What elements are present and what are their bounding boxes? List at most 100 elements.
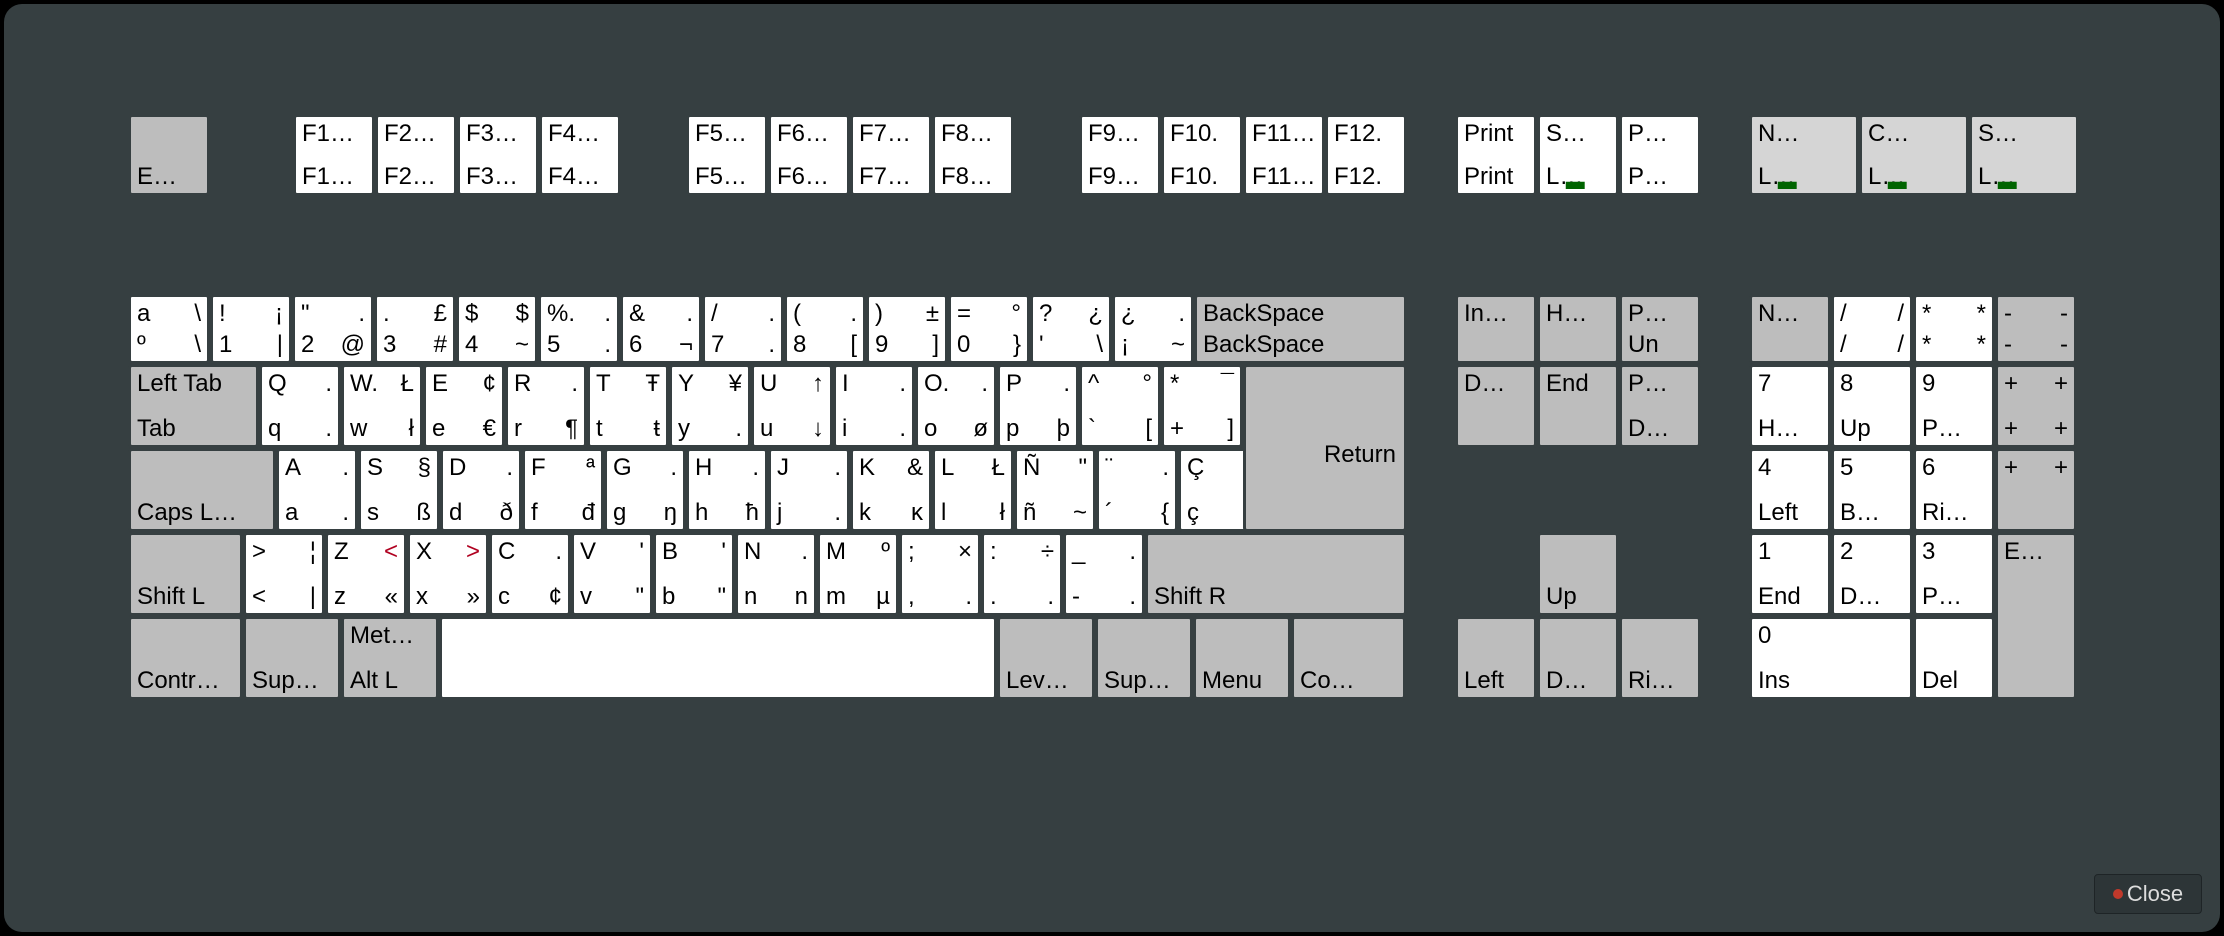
key-k-r[interactable]: R.r¶ [505, 364, 587, 448]
key-k-period[interactable]: :÷.. [981, 532, 1063, 616]
key-caplk[interactable]: C…L…▂ [1859, 114, 1969, 196]
key-k-v[interactable]: V'v" [571, 532, 653, 616]
key-kpdot[interactable]: Del [1913, 616, 1995, 700]
key-k-quote[interactable]: ¨.´{ [1096, 448, 1178, 532]
key-return[interactable]: Return [1243, 364, 1407, 532]
key-scrl[interactable]: S…L…▂ [1537, 114, 1619, 196]
key-k-4[interactable]: $$4~ [456, 294, 538, 364]
key-f8[interactable]: F8…F8… [932, 114, 1014, 196]
key-k-i[interactable]: I.i. [833, 364, 915, 448]
key-f12[interactable]: F12.F12. [1325, 114, 1407, 196]
key-up[interactable]: Up [1537, 532, 1619, 616]
key-right[interactable]: Ri… [1619, 616, 1701, 700]
key-k-0[interactable]: =°0} [948, 294, 1030, 364]
key-k-grave[interactable]: a\º\ [128, 294, 210, 364]
key-k-eql[interactable]: ¿.¡~ [1112, 294, 1194, 364]
key-kp5[interactable]: 5B… [1831, 448, 1913, 532]
key-k-u[interactable]: U↑u↓ [751, 364, 833, 448]
key-k-h[interactable]: H.hħ [686, 448, 768, 532]
key-kp-mul[interactable]: **** [1913, 294, 1995, 364]
key-f9[interactable]: F9…F9… [1079, 114, 1161, 196]
key-k-w[interactable]: W.Łwł [341, 364, 423, 448]
key-k-3[interactable]: .£3# [374, 294, 456, 364]
key-end[interactable]: End [1537, 364, 1619, 448]
key-bksp[interactable]: BackSpaceBackSpace [1194, 294, 1407, 364]
key-left[interactable]: Left [1455, 616, 1537, 700]
key-k-g[interactable]: G.gŋ [604, 448, 686, 532]
key-kp7[interactable]: 7H… [1749, 364, 1831, 448]
key-k-n[interactable]: N.nn [735, 532, 817, 616]
key-lvl3[interactable]: Lev… [997, 616, 1095, 700]
close-button[interactable]: Close [2094, 874, 2202, 914]
key-esc[interactable]: E… [128, 114, 210, 196]
key-k-k[interactable]: K&kĸ [850, 448, 932, 532]
key-kp3[interactable]: 3P… [1913, 532, 1995, 616]
key-down[interactable]: D… [1537, 616, 1619, 700]
key-k-o[interactable]: O..oø [915, 364, 997, 448]
key-k-z[interactable]: Z<z« [325, 532, 407, 616]
key-k-x[interactable]: X>x» [407, 532, 489, 616]
key-f3[interactable]: F3…F3… [457, 114, 539, 196]
key-tab[interactable]: Left TabTab [128, 364, 259, 448]
key-kp1[interactable]: 1End [1749, 532, 1831, 616]
key-lalt[interactable]: Met…Alt L [341, 616, 439, 700]
key-scrlk[interactable]: S…L…▂ [1969, 114, 2079, 196]
key-pgdn[interactable]: P…D… [1619, 364, 1701, 448]
key-kp0[interactable]: 0Ins [1749, 616, 1913, 700]
key-k-5[interactable]: %..5. [538, 294, 620, 364]
key-f2[interactable]: F2…F2… [375, 114, 457, 196]
key-f5[interactable]: F5…F5… [686, 114, 768, 196]
key-f4[interactable]: F4…F4… [539, 114, 621, 196]
key-home[interactable]: H… [1537, 294, 1619, 364]
key-k-t[interactable]: TŦtŧ [587, 364, 669, 448]
key-k-semi[interactable]: Ñ"ñ~ [1014, 448, 1096, 532]
key-k-q[interactable]: Q.q. [259, 364, 341, 448]
key-rctrl[interactable]: Co… [1291, 616, 1406, 700]
key-f7[interactable]: F7…F7… [850, 114, 932, 196]
key-k-brl[interactable]: ^°`[ [1079, 364, 1161, 448]
key-k-m[interactable]: Mºmµ [817, 532, 899, 616]
key-f6[interactable]: F6…F6… [768, 114, 850, 196]
key-lshift[interactable]: Shift L [128, 532, 243, 616]
key-kp-sub[interactable]: ---- [1995, 294, 2077, 364]
key-k-e[interactable]: E¢e€ [423, 364, 505, 448]
key-k-7[interactable]: /.7. [702, 294, 784, 364]
key-k-j[interactable]: J.j. [768, 448, 850, 532]
key-k-minus[interactable]: ?¿'\ [1030, 294, 1112, 364]
key-k-ltgt[interactable]: >¦<| [243, 532, 325, 616]
key-f11[interactable]: F11…F11… [1243, 114, 1325, 196]
key-kp4[interactable]: 4Left [1749, 448, 1831, 532]
key-k-comma[interactable]: ;×,. [899, 532, 981, 616]
key-f1[interactable]: F1…F1… [293, 114, 375, 196]
key-kp6[interactable]: 6Ri… [1913, 448, 1995, 532]
key-rsup[interactable]: Sup… [1095, 616, 1193, 700]
key-k-9[interactable]: )±9] [866, 294, 948, 364]
key-numlk[interactable]: N…L…▂ [1749, 114, 1859, 196]
key-k-8[interactable]: (.8[ [784, 294, 866, 364]
key-kp9[interactable]: 9P… [1913, 364, 1995, 448]
key-k-brr[interactable]: *¯+] [1161, 364, 1243, 448]
key-kp2[interactable]: 2D… [1831, 532, 1913, 616]
key-k-p[interactable]: P.pþ [997, 364, 1079, 448]
key-kp-div[interactable]: //// [1831, 294, 1913, 364]
key-print[interactable]: PrintPrint [1455, 114, 1537, 196]
key-ins[interactable]: In… [1455, 294, 1537, 364]
key-kp-add2[interactable]: ++ [1995, 448, 2077, 532]
key-kpent[interactable]: E… [1995, 532, 2077, 700]
key-pgup[interactable]: P…Un [1619, 294, 1701, 364]
key-k-s[interactable]: S§sß [358, 448, 440, 532]
key-space[interactable] [439, 616, 997, 700]
key-kp8[interactable]: 8Up [1831, 364, 1913, 448]
key-f10[interactable]: F10.F10. [1161, 114, 1243, 196]
key-k-slash[interactable]: _.-. [1063, 532, 1145, 616]
key-k-2[interactable]: ".2@ [292, 294, 374, 364]
key-lsup[interactable]: Sup… [243, 616, 341, 700]
key-k-y[interactable]: Y¥y. [669, 364, 751, 448]
key-lctrl[interactable]: Contr… [128, 616, 243, 700]
key-del[interactable]: D… [1455, 364, 1537, 448]
key-k-f[interactable]: Fªfđ [522, 448, 604, 532]
key-kp-add[interactable]: ++++ [1995, 364, 2077, 448]
key-pause[interactable]: P…P… [1619, 114, 1701, 196]
key-k-d[interactable]: D.dð [440, 448, 522, 532]
key-k-6[interactable]: &.6¬ [620, 294, 702, 364]
